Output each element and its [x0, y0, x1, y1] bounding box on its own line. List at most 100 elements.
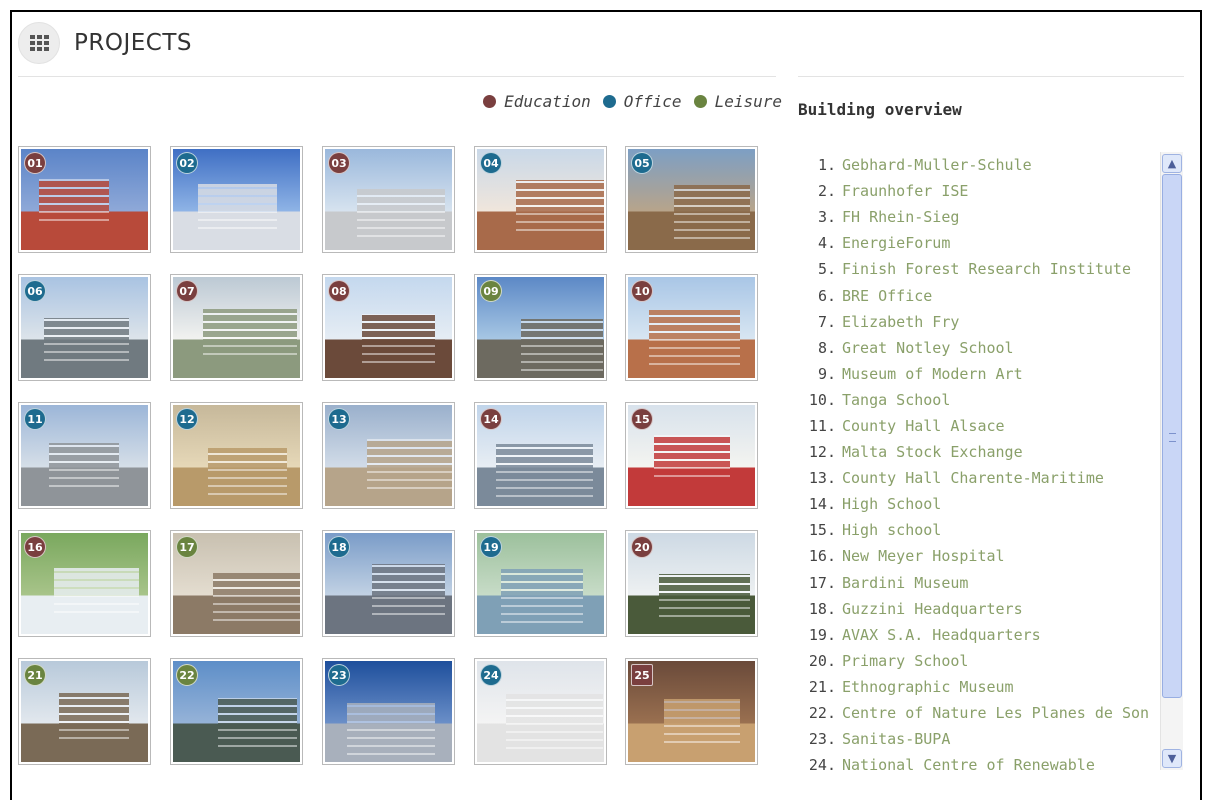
list-item: 17. Bardini Museum [798, 570, 1158, 596]
project-tile[interactable]: 14 [474, 402, 607, 509]
list-item-number: 3. [817, 208, 836, 227]
tile-number-badge: 08 [328, 280, 350, 302]
building-shape [659, 574, 750, 623]
building-link[interactable]: Guzzini Headquarters [842, 600, 1023, 618]
scroll-thumb[interactable] [1162, 174, 1182, 698]
scroll-up-button[interactable]: ▲ [1162, 154, 1182, 173]
legend-label: Leisure [714, 92, 782, 111]
project-tile[interactable]: 22 [170, 658, 303, 765]
project-tile[interactable]: 16 [18, 530, 151, 637]
tile-number-badge: 25 [631, 664, 653, 686]
legend-office[interactable]: Office [602, 92, 682, 111]
project-tile[interactable]: 15 [625, 402, 758, 509]
tile-number-badge: 20 [631, 536, 653, 558]
building-link[interactable]: National Centre of Renewable [842, 756, 1095, 774]
project-tile[interactable]: 07 [170, 274, 303, 381]
list-item-number: 12. [808, 443, 836, 462]
building-link[interactable]: High school [842, 521, 941, 539]
legend-education[interactable]: Education [483, 92, 591, 111]
project-tile[interactable]: 08 [322, 274, 455, 381]
building-link[interactable]: Great Notley School [842, 339, 1014, 357]
building-link[interactable]: County Hall Alsace [842, 417, 1005, 435]
project-photo: 19 [477, 533, 604, 634]
project-tile[interactable]: 04 [474, 146, 607, 253]
building-link[interactable]: Fraunhofer ISE [842, 182, 968, 200]
legend-label: Education [504, 92, 591, 111]
list-item: 4. EnergieForum [798, 230, 1158, 256]
project-tile[interactable]: 20 [625, 530, 758, 637]
education-dot-icon [483, 95, 497, 108]
project-tile[interactable]: 13 [322, 402, 455, 509]
project-tile[interactable]: 06 [18, 274, 151, 381]
project-tile[interactable]: 19 [474, 530, 607, 637]
project-photo: 14 [477, 405, 604, 506]
building-link[interactable]: EnergieForum [842, 234, 950, 252]
project-tile[interactable]: 05 [625, 146, 758, 253]
legend-leisure[interactable]: Leisure [693, 92, 782, 111]
building-shape [357, 189, 445, 243]
building-link[interactable]: Gebhard-Muller-Schule [842, 156, 1032, 174]
building-shape [664, 699, 740, 749]
project-tile[interactable]: 21 [18, 658, 151, 765]
project-photo: 22 [173, 661, 300, 762]
building-link[interactable]: New Meyer Hospital [842, 547, 1005, 565]
building-link[interactable]: High School [842, 495, 941, 513]
list-item-number: 9. [817, 364, 836, 383]
list-item: 23. Sanitas-BUPA [798, 726, 1158, 752]
building-link[interactable]: Finish Forest Research Institute [842, 260, 1131, 278]
project-photo: 16 [21, 533, 148, 634]
list-item: 1. Gebhard-Muller-Schule [798, 152, 1158, 178]
project-tile[interactable]: 03 [322, 146, 455, 253]
project-tile[interactable]: 09 [474, 274, 607, 381]
grid-icon[interactable] [18, 22, 60, 64]
building-link[interactable]: FH Rhein-Sieg [842, 208, 959, 226]
project-tile[interactable]: 25 [625, 658, 758, 765]
list-scrollbar[interactable]: ▲ ▼ [1160, 152, 1183, 770]
project-tile[interactable]: 24 [474, 658, 607, 765]
scroll-down-button[interactable]: ▼ [1162, 749, 1182, 768]
building-link[interactable]: Elizabeth Fry [842, 313, 959, 331]
building-shape [59, 693, 129, 745]
project-tile[interactable]: 10 [625, 274, 758, 381]
building-link[interactable]: Ethnographic Museum [842, 678, 1014, 696]
page-title: PROJECTS [74, 30, 192, 56]
list-item: 10. Tanga School [798, 387, 1158, 413]
list-item-number: 2. [817, 182, 836, 201]
building-link[interactable]: County Hall Charente-Maritime [842, 469, 1104, 487]
list-item: 2. Fraunhofer ISE [798, 178, 1158, 204]
project-photo: 13 [325, 405, 452, 506]
building-shape [372, 564, 445, 621]
project-photo: 04 [477, 149, 604, 250]
building-link[interactable]: AVAX S.A. Headquarters [842, 626, 1041, 644]
building-link[interactable]: Centre of Nature Les Planes de Son [842, 704, 1149, 722]
divider [798, 76, 1184, 77]
project-tile[interactable]: 18 [322, 530, 455, 637]
page-header: PROJECTS [18, 20, 192, 66]
tile-number-badge: 07 [176, 280, 198, 302]
legend-label: Office [623, 92, 682, 111]
building-link[interactable]: Primary School [842, 652, 968, 670]
building-shape [203, 309, 297, 361]
tile-number-badge: 19 [480, 536, 502, 558]
project-tile[interactable]: 17 [170, 530, 303, 637]
building-shape [54, 568, 139, 619]
building-shape [516, 180, 604, 237]
list-item-number: 7. [817, 312, 836, 331]
building-link[interactable]: Bardini Museum [842, 574, 968, 592]
project-tile[interactable]: 23 [322, 658, 455, 765]
project-tile[interactable]: 11 [18, 402, 151, 509]
building-link[interactable]: BRE Office [842, 287, 932, 305]
list-item-number: 8. [817, 338, 836, 357]
building-link[interactable]: Sanitas-BUPA [842, 730, 950, 748]
project-photo: 18 [325, 533, 452, 634]
building-link[interactable]: Malta Stock Exchange [842, 443, 1023, 461]
building-link[interactable]: Museum of Modern Art [842, 365, 1023, 383]
project-tile[interactable]: 01 [18, 146, 151, 253]
building-shape [362, 314, 435, 369]
list-item: 18. Guzzini Headquarters [798, 596, 1158, 622]
project-tile[interactable]: 02 [170, 146, 303, 253]
list-item: 15. High school [798, 517, 1158, 543]
project-photo: 03 [325, 149, 452, 250]
building-link[interactable]: Tanga School [842, 391, 950, 409]
project-tile[interactable]: 12 [170, 402, 303, 509]
